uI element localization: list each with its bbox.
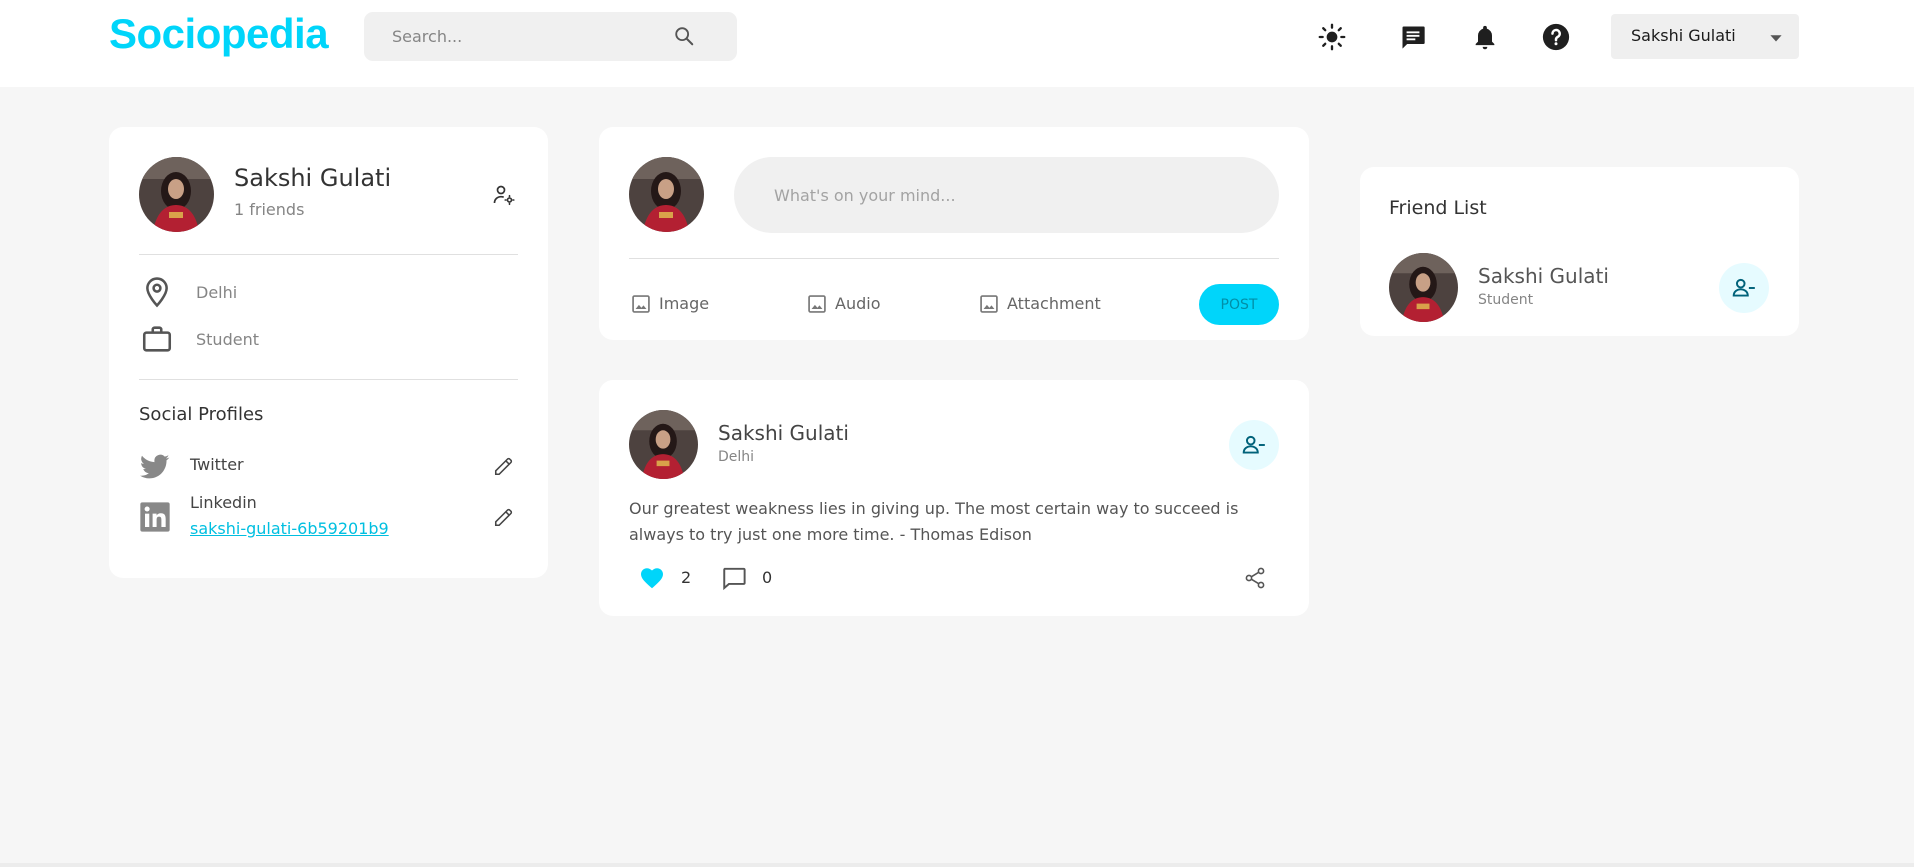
manage-account-icon[interactable] — [492, 183, 516, 207]
remove-friend-button[interactable] — [1719, 263, 1769, 313]
composer-divider — [629, 258, 1279, 259]
audio-icon[interactable] — [806, 293, 828, 315]
search-icon[interactable] — [672, 24, 696, 48]
post-input-container[interactable] — [734, 157, 1279, 233]
profile-friend-count: 1 friends — [234, 200, 305, 219]
profile-avatar[interactable] — [139, 157, 214, 232]
image-icon[interactable] — [630, 293, 652, 315]
social-network-linkedin: Linkedin — [190, 493, 257, 512]
person-remove-icon — [1731, 275, 1757, 301]
social-network-twitter: Twitter — [190, 455, 244, 474]
comment-count: 0 — [762, 568, 773, 587]
work-icon — [139, 321, 175, 357]
user-select-value: Sakshi Gulati — [1631, 26, 1736, 45]
share-icon[interactable] — [1242, 565, 1268, 591]
comment-icon[interactable] — [720, 564, 748, 592]
composer-option-audio[interactable]: Audio — [835, 294, 880, 313]
message-icon[interactable] — [1397, 21, 1429, 53]
edit-twitter-icon[interactable] — [492, 454, 516, 478]
profile-occupation: Student — [196, 330, 259, 349]
navbar: Sociopedia Sakshi Gulati — [0, 0, 1914, 87]
social-profiles-title: Social Profiles — [139, 404, 264, 425]
profile-divider — [139, 254, 518, 255]
caret-down-icon — [1764, 26, 1788, 50]
post-button[interactable]: POST — [1199, 284, 1279, 325]
brand-logo[interactable]: Sociopedia — [109, 10, 329, 58]
notification-icon[interactable] — [1469, 21, 1501, 53]
like-icon[interactable] — [639, 565, 665, 591]
search-input[interactable] — [392, 24, 672, 48]
like-count: 2 — [681, 568, 692, 587]
help-icon[interactable] — [1540, 21, 1572, 53]
location-icon — [139, 274, 175, 310]
profile-location: Delhi — [196, 283, 238, 302]
page-bottom-edge — [0, 863, 1914, 867]
friend-avatar[interactable] — [1389, 253, 1458, 322]
user-select-dropdown[interactable]: Sakshi Gulati — [1611, 14, 1799, 59]
friend-list-title: Friend List — [1389, 197, 1487, 219]
edit-linkedin-icon[interactable] — [492, 505, 516, 529]
post-text-input[interactable] — [774, 183, 1234, 207]
profile-divider — [139, 379, 518, 380]
attachment-icon[interactable] — [978, 293, 1000, 315]
twitter-icon — [139, 451, 171, 483]
post-author-name[interactable]: Sakshi Gulati — [718, 421, 849, 445]
composer-avatar — [629, 157, 704, 232]
dark-mode-icon[interactable] — [1316, 21, 1348, 53]
post-body-line: Our greatest weakness lies in giving up.… — [629, 499, 1239, 518]
person-remove-icon — [1241, 432, 1267, 458]
linkedin-icon — [139, 501, 171, 533]
profile-name[interactable]: Sakshi Gulati — [234, 164, 391, 192]
linkedin-profile-link[interactable]: sakshi-gulati-6b59201b9 — [190, 519, 389, 538]
friend-subtitle: Student — [1478, 292, 1534, 308]
feed-post-card — [599, 380, 1309, 616]
post-author-location: Delhi — [718, 449, 755, 465]
post-body-line: always to try just one more time. - Thom… — [629, 525, 1032, 544]
post-author-avatar[interactable] — [629, 410, 698, 479]
composer-option-attachment[interactable]: Attachment — [1007, 294, 1101, 313]
composer-option-image[interactable]: Image — [659, 294, 709, 313]
friend-name[interactable]: Sakshi Gulati — [1478, 264, 1609, 288]
remove-friend-button[interactable] — [1229, 420, 1279, 470]
